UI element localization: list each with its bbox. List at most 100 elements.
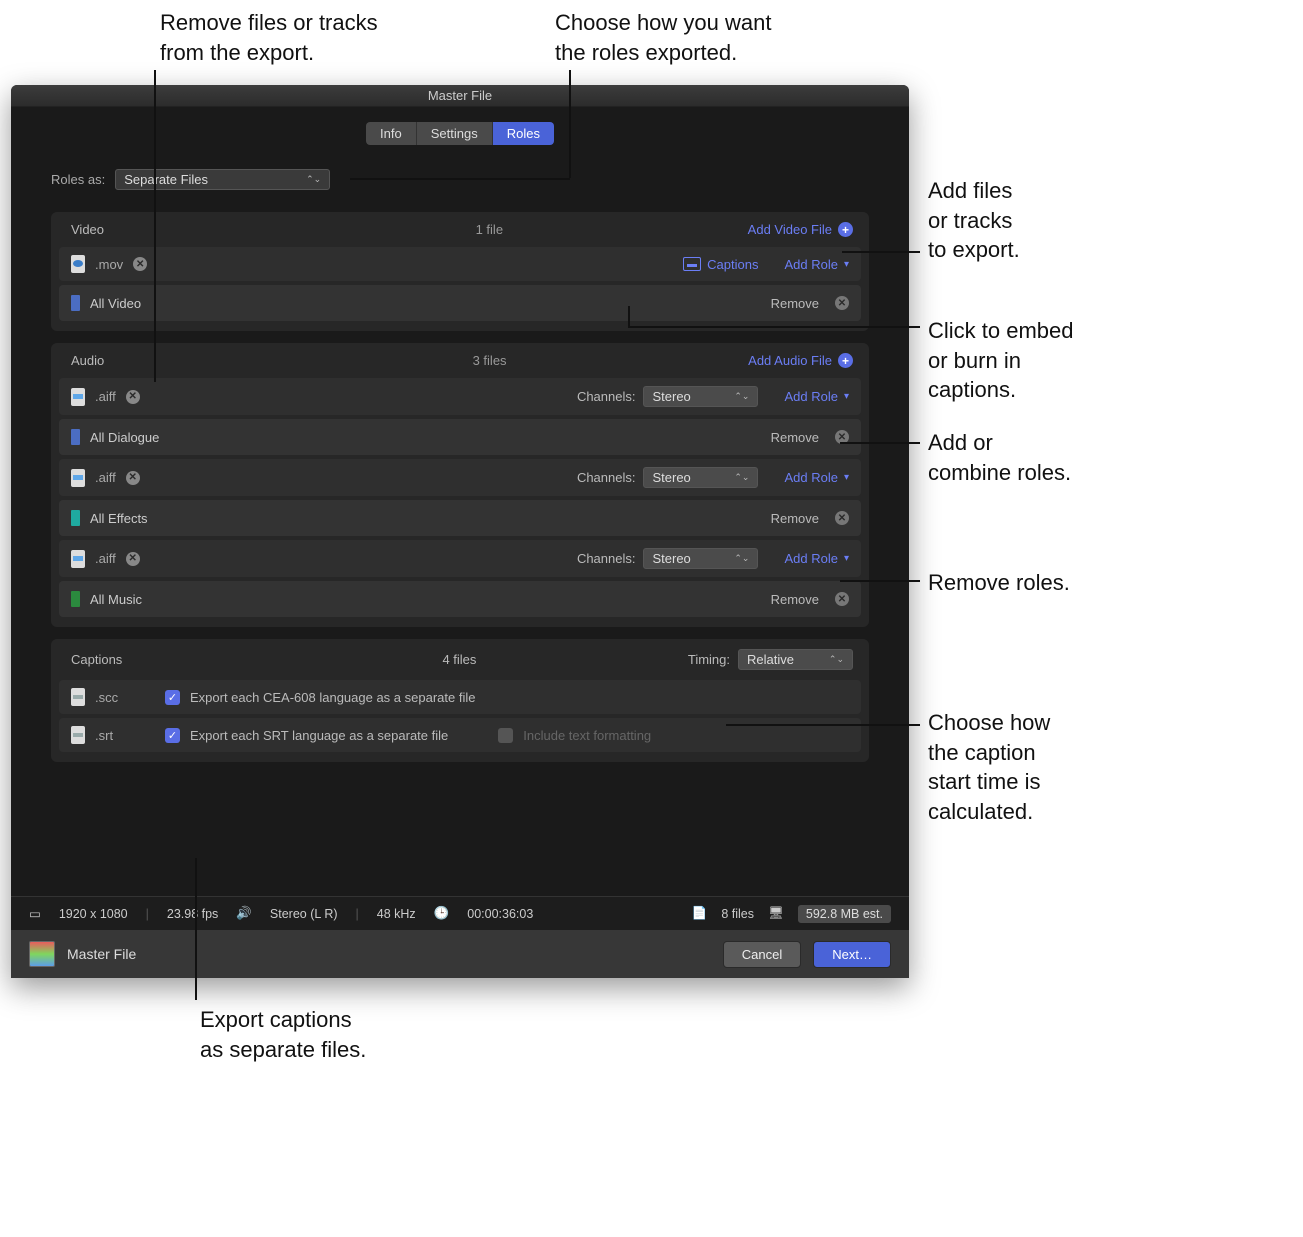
plus-icon: + (838, 353, 853, 368)
timing-label: Timing: (688, 652, 730, 667)
audio-role-row: All Music Remove ✕ (59, 581, 861, 617)
captions-section: Captions 4 files Timing: Relative ⌃⌄ .sc… (51, 639, 869, 762)
callout-caption-timing: Choose how the caption start time is cal… (928, 708, 1050, 827)
callout-add-combine-roles: Add or combine roles. (928, 428, 1071, 487)
status-audio: Stereo (L R) (270, 907, 338, 921)
timing-value: Relative (747, 652, 794, 667)
clock-icon: 🕒 (434, 906, 450, 921)
add-audio-file-label: Add Audio File (748, 353, 832, 368)
audio-role-row: All Effects Remove ✕ (59, 500, 861, 536)
role-color-swatch (71, 591, 80, 607)
close-icon[interactable]: ✕ (835, 296, 849, 310)
add-role-button[interactable]: Add Role ▾ (784, 551, 849, 566)
channels-label: Channels: (577, 551, 636, 566)
callout-embed-captions: Click to embed or burn in captions. (928, 316, 1074, 405)
remove-role-button[interactable]: Remove (771, 592, 819, 607)
audio-file-ext: .aiff (95, 389, 116, 404)
channels-select[interactable]: Stereo ⌃⌄ (643, 467, 758, 488)
captions-section-title: Captions (71, 652, 231, 667)
add-role-label: Add Role (784, 257, 837, 272)
caption-file-icon (71, 688, 85, 706)
add-role-button[interactable]: Add Role ▾ (784, 470, 849, 485)
captions-button[interactable]: Captions (683, 257, 758, 272)
roles-as-value: Separate Files (124, 172, 208, 187)
audio-file-ext: .aiff (95, 551, 116, 566)
caption-file-ext: .scc (95, 690, 155, 705)
add-audio-file-button[interactable]: Add Audio File + (748, 353, 853, 368)
status-bar: ▭ 1920 x 1080 | 23.98 fps 🔊 Stereo (L R)… (11, 896, 909, 930)
channels-select[interactable]: Stereo ⌃⌄ (643, 386, 758, 407)
audio-file-icon (71, 469, 85, 487)
audio-section: Audio 3 files Add Audio File + .aiff ✕ C… (51, 343, 869, 627)
add-video-file-label: Add Video File (748, 222, 832, 237)
channels-label: Channels: (577, 389, 636, 404)
role-name: All Video (90, 296, 761, 311)
window-title: Master File (11, 85, 909, 107)
remove-role-button[interactable]: Remove (771, 430, 819, 445)
footer-title: Master File (67, 946, 136, 962)
chevron-updown-icon: ⌃⌄ (829, 655, 844, 664)
status-files: 8 files (721, 907, 754, 921)
cancel-button[interactable]: Cancel (723, 941, 801, 968)
remove-file-button[interactable]: ✕ (126, 390, 140, 404)
role-name: All Effects (90, 511, 761, 526)
audio-file-ext: .aiff (95, 470, 116, 485)
remove-file-button[interactable]: ✕ (126, 552, 140, 566)
add-role-button[interactable]: Add Role ▾ (784, 257, 849, 272)
chevron-down-icon: ▾ (844, 553, 849, 564)
remove-role-button[interactable]: Remove (771, 511, 819, 526)
add-role-button[interactable]: Add Role ▾ (784, 389, 849, 404)
tab-settings[interactable]: Settings (417, 122, 493, 145)
audio-file-row: .aiff ✕ Channels: Stereo ⌃⌄ Add Role ▾ (59, 378, 861, 415)
next-button[interactable]: Next… (813, 941, 891, 968)
channels-value: Stereo (652, 389, 690, 404)
add-role-label: Add Role (784, 389, 837, 404)
file-icon: 📄 (692, 906, 708, 921)
audio-file-count: 3 files (231, 353, 748, 368)
remove-file-button[interactable]: ✕ (133, 257, 147, 271)
add-role-label: Add Role (784, 551, 837, 566)
tab-info[interactable]: Info (366, 122, 417, 145)
callout-export-captions: Export captions as separate files. (200, 1005, 366, 1064)
video-file-icon (71, 255, 85, 273)
channels-label: Channels: (577, 470, 636, 485)
video-section: Video 1 file Add Video File + .mov ✕ Cap… (51, 212, 869, 331)
role-name: All Music (90, 592, 761, 607)
include-text-formatting-checkbox[interactable]: ✓ (498, 728, 513, 743)
audio-role-row: All Dialogue Remove ✕ (59, 419, 861, 455)
close-icon[interactable]: ✕ (835, 511, 849, 525)
remove-role-button[interactable]: Remove (771, 296, 819, 311)
audio-section-title: Audio (71, 353, 231, 368)
callout-choose-roles-export: Choose how you want the roles exported. (555, 8, 771, 67)
caption-file-ext: .srt (95, 728, 155, 743)
video-section-title: Video (71, 222, 231, 237)
include-text-formatting-label: Include text formatting (523, 728, 651, 743)
roles-as-label: Roles as: (51, 172, 105, 187)
tab-roles[interactable]: Roles (493, 122, 554, 145)
caption-file-icon (71, 726, 85, 744)
video-file-row: .mov ✕ Captions Add Role ▾ (59, 247, 861, 281)
channels-value: Stereo (652, 470, 690, 485)
add-video-file-button[interactable]: Add Video File + (748, 222, 853, 237)
channels-select[interactable]: Stereo ⌃⌄ (643, 548, 758, 569)
audio-file-row: .aiff ✕ Channels: Stereo ⌃⌄ Add Role ▾ (59, 540, 861, 577)
remove-file-button[interactable]: ✕ (126, 471, 140, 485)
timing-select[interactable]: Relative ⌃⌄ (738, 649, 853, 670)
captions-file-count: 4 files (251, 652, 668, 667)
status-resolution: 1920 x 1080 (59, 907, 128, 921)
role-name: All Dialogue (90, 430, 761, 445)
status-timecode: 00:00:36:03 (467, 907, 533, 921)
export-srt-checkbox[interactable]: ✓ (165, 728, 180, 743)
captions-icon (683, 257, 701, 271)
status-size: 592.8 MB est. (798, 905, 891, 923)
role-color-swatch (71, 295, 80, 311)
video-file-count: 1 file (231, 222, 748, 237)
plus-icon: + (838, 222, 853, 237)
export-scc-checkbox[interactable]: ✓ (165, 690, 180, 705)
close-icon[interactable]: ✕ (835, 592, 849, 606)
role-color-swatch (71, 510, 80, 526)
callout-add-files: Add files or tracks to export. (928, 176, 1020, 265)
speaker-icon: 🔊 (236, 906, 252, 921)
roles-as-select[interactable]: Separate Files ⌃⌄ (115, 169, 330, 190)
status-khz: 48 kHz (377, 907, 416, 921)
